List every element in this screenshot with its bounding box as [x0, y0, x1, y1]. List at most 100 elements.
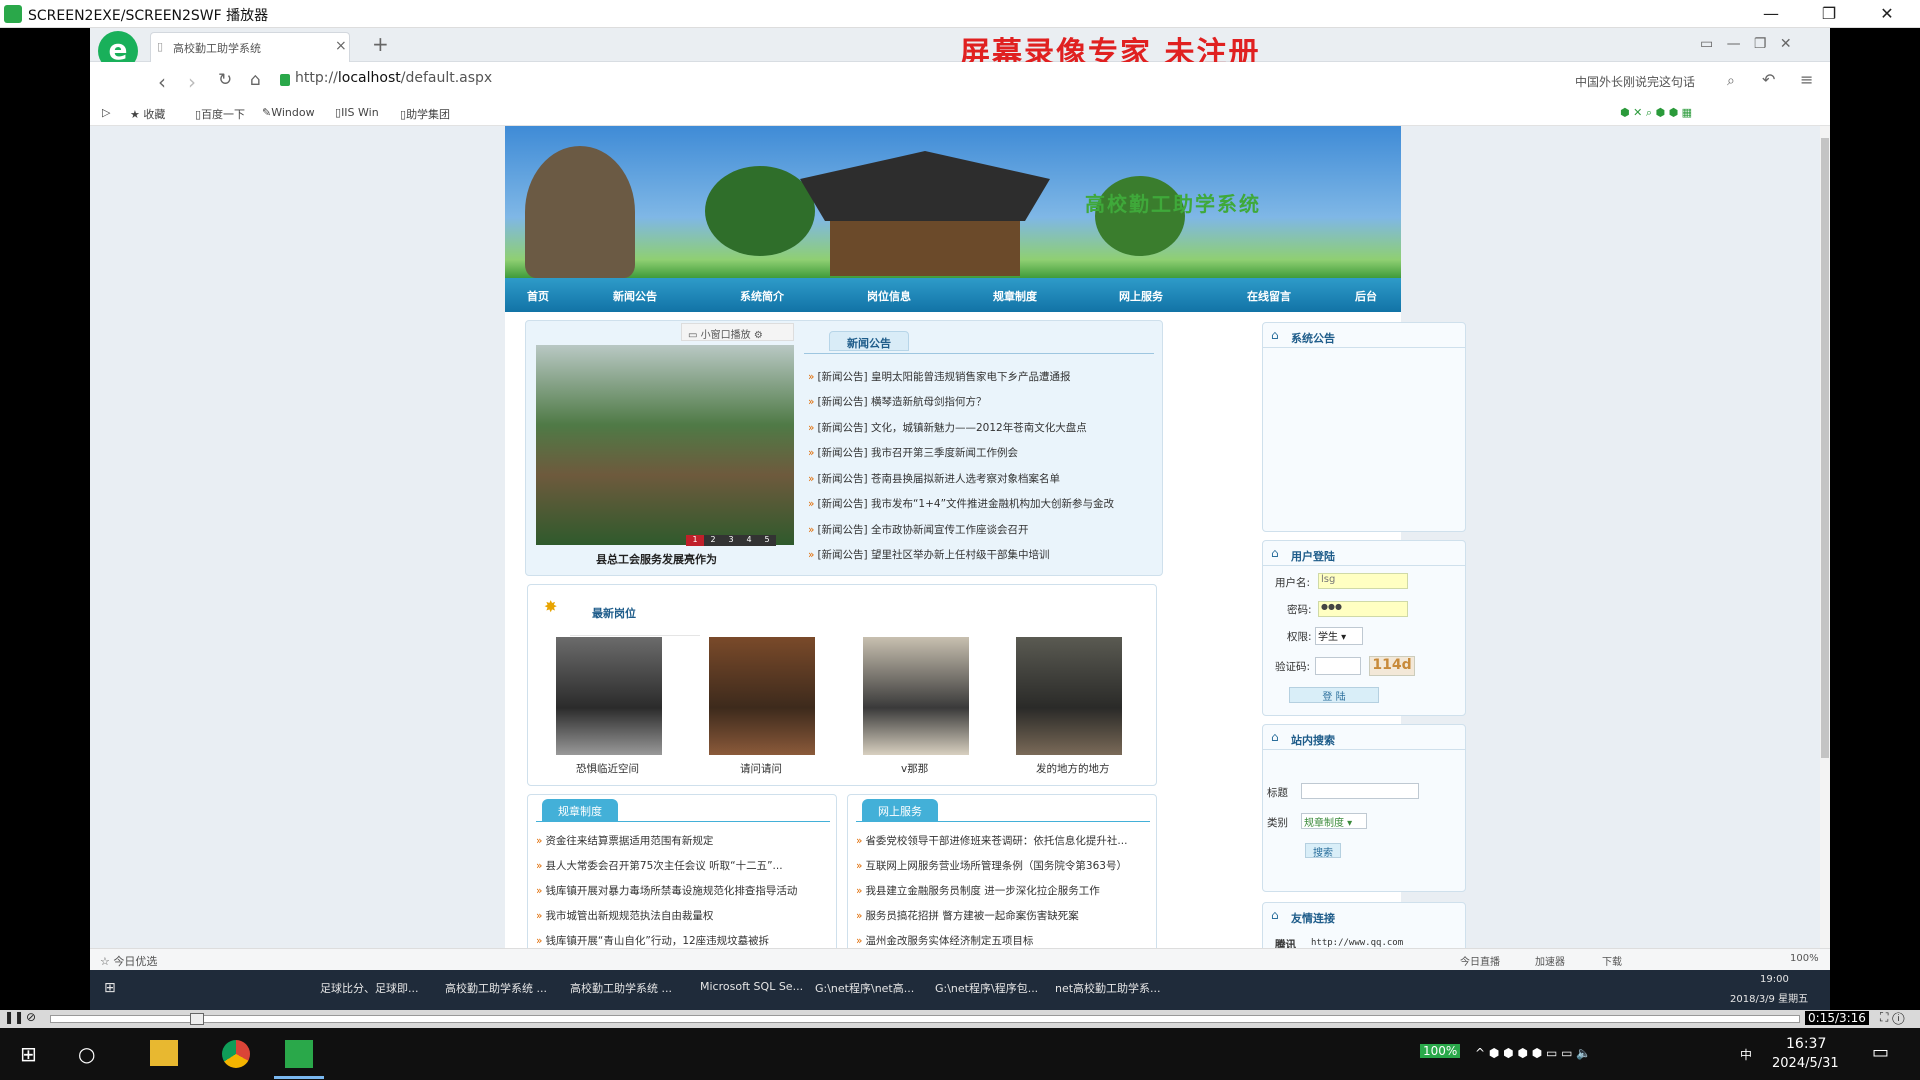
taskbar-app[interactable]: G:\net程序\程序包... — [935, 980, 1038, 996]
menu-item-guestbook[interactable]: 在线留言 — [1247, 288, 1291, 304]
rules-item[interactable]: 钱库镇开展“青山自化”行动，12座违规坟墓被拆 — [536, 933, 769, 948]
bookmark-iis[interactable]: ▯IIS Win — [335, 106, 379, 119]
address-bar[interactable]: http://localhost/default.aspx — [295, 70, 492, 86]
search-icon[interactable]: ⌕ — [1727, 73, 1735, 89]
taskbar-app[interactable]: 足球比分、足球即... — [320, 980, 419, 996]
popup-play-button[interactable]: ▭ 小窗口播放 ⚙ — [681, 323, 794, 341]
news-item[interactable]: [新闻公告] 皇明太阳能曾违规销售家电下乡产品遭通报 — [808, 369, 1070, 384]
bookmark-window[interactable]: ✎Window — [262, 106, 315, 119]
news-item[interactable]: [新闻公告] 望里社区举办新上任村级干部集中培训 — [808, 547, 1049, 562]
vertical-scrollbar[interactable] — [1820, 126, 1830, 956]
menu-icon[interactable]: ≡ — [1800, 70, 1813, 89]
slider-page-5[interactable]: 5 — [758, 535, 776, 546]
windows-start-icon[interactable]: ⊞ — [20, 1042, 37, 1066]
home-icon[interactable]: ⌂ — [250, 70, 261, 90]
news-item[interactable]: [新闻公告] 苍南县换届拟新进人选考察对象档案名单 — [808, 471, 1060, 486]
captcha-input[interactable] — [1315, 657, 1361, 675]
tab-close-icon[interactable]: × — [335, 38, 347, 54]
reload-icon[interactable]: ↻ — [218, 70, 232, 90]
news-item[interactable]: [新闻公告] 文化，城镇新魅力——2012年苍南文化大盘点 — [808, 420, 1086, 435]
status-accelerator[interactable]: 加速器 — [1535, 953, 1565, 968]
scroll-thumb[interactable] — [1821, 138, 1829, 758]
stop-icon[interactable]: ⊘ — [26, 1010, 36, 1024]
services-item[interactable]: 我县建立金融服务员制度 进一步深化拉企服务工作 — [856, 883, 1099, 898]
slider-page-3[interactable]: 3 — [722, 535, 740, 546]
back-icon[interactable]: ‹ — [158, 70, 166, 94]
captcha-image[interactable]: 114d — [1369, 656, 1415, 676]
search-suggestion[interactable]: 中国外长刚说完这句话 — [1575, 73, 1695, 90]
taskbar-app[interactable]: net高校勤工助学系... — [1055, 980, 1161, 996]
minimize-button[interactable]: — — [1748, 2, 1794, 26]
login-button[interactable]: 登 陆 — [1289, 687, 1379, 703]
taskbar-app[interactable]: 高校勤工助学系统 ... — [570, 980, 672, 996]
status-zoom[interactable]: 100% — [1790, 953, 1819, 964]
status-left[interactable]: ☆ 今日优选 — [100, 953, 157, 969]
services-item[interactable]: 互联网上网服务营业场所管理条例（国务院令第363号） — [856, 858, 1127, 873]
services-item[interactable]: 省委党校领导干部进修班来苍调研：依托信息化提升社... — [856, 833, 1127, 848]
seek-handle[interactable] — [190, 1013, 204, 1025]
status-download[interactable]: 下载 — [1602, 953, 1622, 968]
services-item[interactable]: 服务员搞花招拼 瞥方建被一起命案伤害缺死案 — [856, 908, 1078, 923]
news-item[interactable]: [新闻公告] 横琴造新航母剑指何方？ — [808, 394, 986, 409]
taskbar-app[interactable]: Microsoft SQL Se... — [700, 980, 803, 993]
status-live[interactable]: 今日直播 — [1460, 953, 1500, 968]
search-button[interactable]: 搜索 — [1305, 843, 1341, 859]
menu-item-rules[interactable]: 规章制度 — [993, 288, 1037, 304]
search-circle-icon[interactable]: ○ — [78, 1042, 95, 1066]
bookmark-group[interactable]: ▯助学集团 — [400, 106, 450, 122]
username-input[interactable]: lsg — [1318, 573, 1408, 589]
ime-indicator[interactable]: 中 — [1740, 1046, 1752, 1063]
slider-page-4[interactable]: 4 — [740, 535, 758, 546]
fullscreen-icon[interactable]: ⛶ ⓘ — [1880, 1010, 1904, 1025]
rules-item[interactable]: 我市城管出新规规范执法自由裁量权 — [536, 908, 713, 923]
seek-bar[interactable] — [50, 1015, 1800, 1023]
pause-icon[interactable]: ❚❚ — [4, 1010, 24, 1024]
news-item[interactable]: [新闻公告] 我市召开第三季度新闻工作例会 — [808, 445, 1018, 460]
menu-item-admin[interactable]: 后台 — [1355, 288, 1377, 304]
forward-icon[interactable]: › — [188, 70, 196, 94]
job-image[interactable] — [863, 637, 969, 755]
menu-item-home[interactable]: 首页 — [527, 288, 549, 304]
bookmark-favorites[interactable]: ★ 收藏 — [130, 106, 165, 122]
job-title[interactable]: 请问请问 — [740, 761, 782, 776]
search-type-select[interactable]: 规章制度 ▾ — [1301, 813, 1367, 829]
chrome-icon[interactable] — [222, 1040, 250, 1068]
link-url[interactable]: http://www.qq.com — [1311, 938, 1403, 948]
job-image[interactable] — [1016, 637, 1122, 755]
file-explorer-icon[interactable] — [150, 1040, 178, 1066]
tab-news[interactable]: 新闻公告 — [829, 331, 909, 351]
battery-indicator[interactable]: 100% — [1420, 1044, 1461, 1058]
new-tab-button[interactable]: + — [372, 32, 389, 56]
security-shield-icon[interactable] — [280, 74, 290, 86]
password-input[interactable]: ●●● — [1318, 601, 1408, 617]
clock-time[interactable]: 16:37 — [1786, 1036, 1826, 1052]
undo-icon[interactable]: ↶ — [1762, 70, 1775, 89]
slider-page-1[interactable]: 1 — [686, 535, 704, 546]
job-title[interactable]: 恐惧临近空间 — [576, 761, 639, 776]
restore-button[interactable]: ❐ — [1806, 2, 1852, 26]
tab-services[interactable]: 网上服务 — [862, 799, 938, 821]
taskbar-app[interactable]: 高校勤工助学系统 ... — [445, 980, 547, 996]
taskbar-app[interactable]: G:\net程序\net高... — [815, 980, 914, 996]
extension-icons[interactable]: ⬢ ✕ ⌕ ⬢ ⬢ ▦ — [1620, 106, 1692, 120]
menu-item-intro[interactable]: 系统简介 — [740, 288, 784, 304]
screen-player-icon[interactable] — [285, 1040, 313, 1068]
menu-item-news[interactable]: 新闻公告 — [613, 288, 657, 304]
tab-rules[interactable]: 规章制度 — [542, 799, 618, 821]
news-item[interactable]: [新闻公告] 我市发布“1+4”文件推进金融机构加大创新参与金改 — [808, 496, 1114, 511]
menu-item-services[interactable]: 网上服务 — [1119, 288, 1163, 304]
menu-item-jobs[interactable]: 岗位信息 — [867, 288, 911, 304]
news-item[interactable]: [新闻公告] 全市政协新闻宣传工作座谈会召开 — [808, 522, 1028, 537]
role-select[interactable]: 学生 ▾ — [1315, 627, 1363, 645]
job-image[interactable] — [556, 637, 662, 755]
tray-icons[interactable]: ^ ⬢ ⬢ ⬢ ⬢ ▭ ▭ 🔈 — [1475, 1046, 1591, 1060]
job-image[interactable] — [709, 637, 815, 755]
slider-image[interactable]: 12345 — [536, 345, 794, 546]
services-item[interactable]: 温州金改服务实体经济制定五项目标 — [856, 933, 1033, 948]
slider-page-2[interactable]: 2 — [704, 535, 722, 546]
rules-item[interactable]: 钱库镇开展对暴力毒场所禁毒设施规范化排查指导活动 — [536, 883, 797, 898]
job-title[interactable]: v那那 — [901, 761, 928, 776]
rules-item[interactable]: 资金往来结算票据适用范围有新规定 — [536, 833, 713, 848]
notification-icon[interactable]: ▭ — [1872, 1042, 1889, 1063]
start-icon[interactable]: ⊞ — [104, 980, 116, 996]
